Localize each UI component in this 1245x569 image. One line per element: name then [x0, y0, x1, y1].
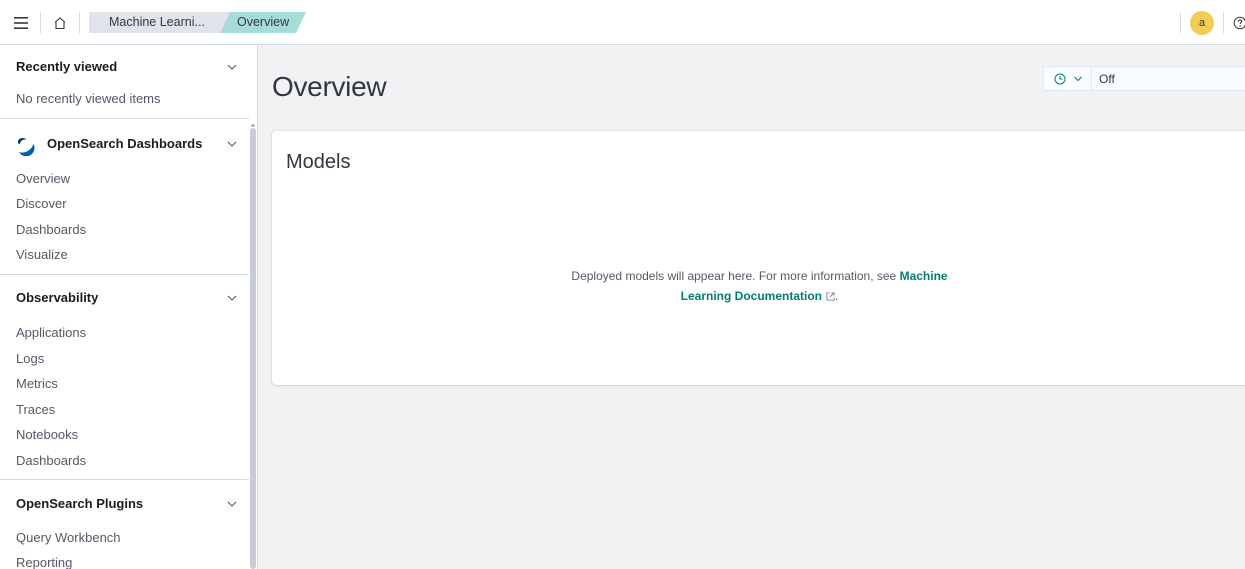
external-link-icon[interactable] [826, 292, 835, 301]
header-divider [79, 12, 80, 33]
refresh-divider [1091, 67, 1092, 90]
nav-item-visualize[interactable]: Visualize [16, 247, 68, 262]
page-title: Overview [272, 71, 387, 102]
nav-item-traces[interactable]: Traces [16, 402, 55, 417]
breadcrumb-machine-learning[interactable]: Machine Learni... [89, 12, 230, 33]
refresh-interval-value[interactable]: Off [1099, 72, 1115, 86]
recently-viewed-header[interactable]: Recently viewed [16, 59, 117, 74]
breadcrumb-label: Machine Learni... [109, 15, 205, 29]
help-icon[interactable] [1233, 16, 1245, 30]
clock-icon[interactable] [1054, 73, 1066, 85]
models-panel-title: Models [286, 151, 351, 173]
chevron-down-icon[interactable] [1073, 74, 1083, 84]
nav-divider [0, 479, 249, 480]
models-panel: Models Deployed models will appear here.… [272, 131, 1245, 385]
home-icon[interactable] [49, 12, 71, 34]
empty-message-suffix: . [835, 289, 839, 303]
auto-refresh-picker[interactable]: Off [1043, 66, 1245, 91]
chevron-down-icon[interactable] [226, 138, 238, 150]
recently-viewed-empty: No recently viewed items [16, 91, 161, 106]
breadcrumb-overview: Overview [220, 12, 306, 33]
opensearch-logo-icon [17, 137, 35, 156]
chevron-down-icon[interactable] [226, 292, 238, 304]
nav-item-discover[interactable]: Discover [16, 196, 67, 211]
nav-item-notebooks[interactable]: Notebooks [16, 427, 78, 442]
nav-divider [0, 118, 249, 119]
nav-item-overview[interactable]: Overview [16, 171, 70, 186]
nav-item-query-workbench[interactable]: Query Workbench [16, 530, 121, 545]
header-divider [1223, 12, 1224, 33]
top-header: Machine Learni... Overview a [0, 0, 1245, 45]
opensearch-plugins-header[interactable]: OpenSearch Plugins [16, 496, 143, 511]
header-divider [1180, 12, 1181, 33]
nav-item-metrics[interactable]: Metrics [16, 376, 58, 391]
chevron-down-icon[interactable] [226, 498, 238, 510]
opensearch-dashboards-header[interactable]: OpenSearch Dashboards [47, 136, 202, 151]
header-divider [40, 12, 41, 33]
user-avatar[interactable]: a [1190, 11, 1214, 35]
nav-item-dashboards[interactable]: Dashboards [16, 222, 86, 237]
empty-message-text: Deployed models will appear here. For mo… [571, 269, 897, 283]
observability-header[interactable]: Observability [16, 290, 98, 305]
nav-item-applications[interactable]: Applications [16, 325, 86, 340]
nav-item-observability-dashboards[interactable]: Dashboards [16, 453, 86, 468]
models-empty-message: Deployed models will appear here. For mo… [552, 266, 967, 306]
sidebar-scrollbar-thumb[interactable] [250, 128, 256, 569]
hamburger-menu-icon[interactable] [10, 12, 32, 34]
nav-item-logs[interactable]: Logs [16, 351, 44, 366]
nav-item-reporting[interactable]: Reporting [16, 555, 72, 569]
chevron-down-icon[interactable] [226, 61, 238, 73]
breadcrumb-label: Overview [237, 15, 290, 29]
side-navigation: Recently viewed No recently viewed items… [0, 45, 258, 569]
nav-divider [0, 274, 249, 275]
